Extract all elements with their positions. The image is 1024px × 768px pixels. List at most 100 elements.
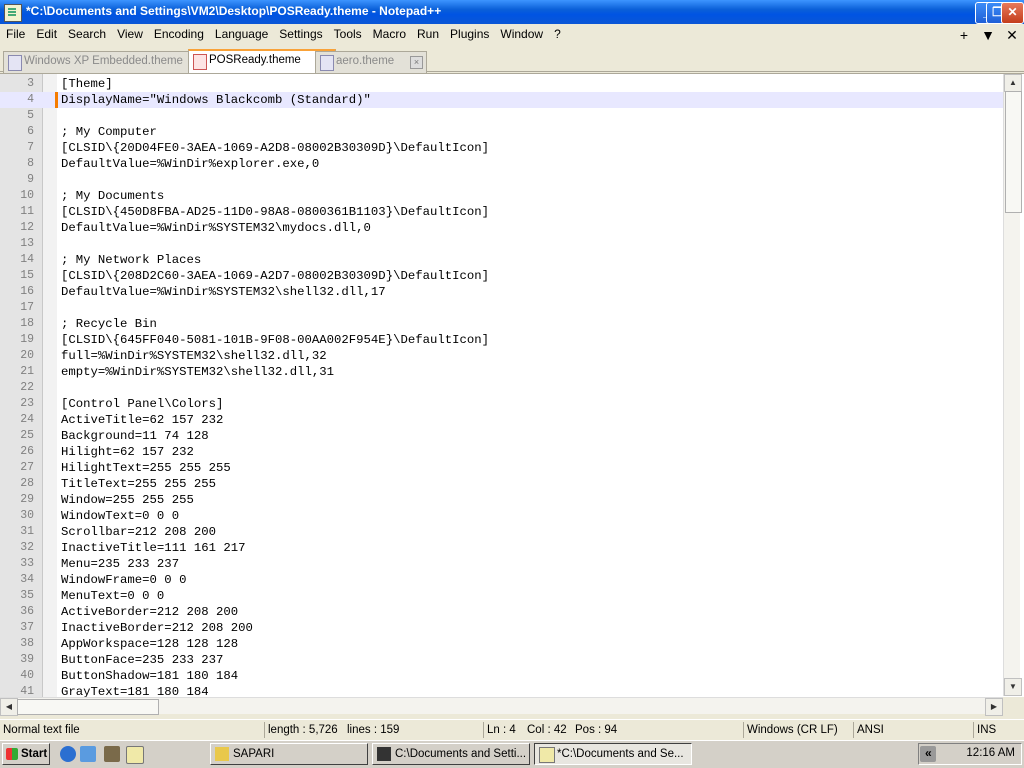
code-line[interactable]: 23 [Control Panel\Colors] (0, 396, 1003, 412)
menu-language[interactable]: Language (209, 24, 273, 46)
menu-plugins[interactable]: Plugins (444, 24, 494, 46)
menu-search[interactable]: Search (62, 24, 111, 46)
close-document-icon[interactable]: ✕ (1000, 24, 1024, 46)
code-line[interactable]: 13 (0, 236, 1003, 252)
line-text[interactable]: Hilight=62 157 232 (61, 444, 194, 460)
code-line[interactable]: 12 DefaultValue=%WinDir%SYSTEM32\mydocs.d… (0, 220, 1003, 236)
code-line[interactable]: 31 Scrollbar=212 208 200 (0, 524, 1003, 540)
menu-edit[interactable]: Edit (30, 24, 62, 46)
code-line[interactable]: 25 Background=11 74 128 (0, 428, 1003, 444)
notepad-app-icon[interactable] (4, 4, 22, 22)
code-line[interactable]: 3 [Theme] (0, 76, 1003, 92)
line-text[interactable]: ButtonFace=235 233 237 (61, 652, 223, 668)
code-line[interactable]: 37 InactiveBorder=212 208 200 (0, 620, 1003, 636)
code-line[interactable]: 32 InactiveTitle=111 161 217 (0, 540, 1003, 556)
internet-explorer-icon[interactable] (60, 746, 76, 762)
code-line[interactable]: 26 Hilight=62 157 232 (0, 444, 1003, 460)
scroll-right-icon[interactable]: ▶ (985, 698, 1003, 716)
line-text[interactable]: TitleText=255 255 255 (61, 476, 216, 492)
code-line[interactable]: 39 ButtonFace=235 233 237 (0, 652, 1003, 668)
code-line[interactable]: 38 AppWorkspace=128 128 128 (0, 636, 1003, 652)
menu-encoding[interactable]: Encoding (148, 24, 209, 46)
code-line[interactable]: 22 (0, 380, 1003, 396)
line-text[interactable]: Scrollbar=212 208 200 (61, 524, 216, 540)
editor-area[interactable]: 3 [Theme] 4 DisplayName="Windows Blackcomb … (0, 73, 1024, 697)
taskbar-item-notepadpp[interactable]: *C:\Documents and Se... (534, 743, 692, 765)
line-text[interactable]: DefaultValue=%WinDir%explorer.exe,0 (61, 156, 319, 172)
code-line[interactable]: 28 TitleText=255 255 255 (0, 476, 1003, 492)
notepad-quicklaunch-icon[interactable] (126, 746, 144, 764)
line-text[interactable]: MenuText=0 0 0 (61, 588, 164, 604)
vertical-scrollbar[interactable]: ▲ ▼ (1003, 74, 1022, 696)
menu-settings[interactable]: Settings (273, 24, 327, 46)
code-line[interactable]: 35 MenuText=0 0 0 (0, 588, 1003, 604)
line-text[interactable]: InactiveBorder=212 208 200 (61, 620, 253, 636)
line-text[interactable]: ButtonShadow=181 180 184 (61, 668, 238, 684)
show-hidden-icons-icon[interactable]: « (925, 746, 932, 760)
media-player-icon[interactable] (80, 746, 96, 762)
title-bar[interactable]: *C:\Documents and Settings\VM2\Desktop\P… (0, 0, 1024, 24)
code-lines[interactable]: 3 [Theme] 4 DisplayName="Windows Blackcomb … (0, 76, 1003, 697)
line-text[interactable]: [CLSID\{20D04FE0-3AEA-1069-A2D8-08002B30… (61, 140, 489, 156)
code-line[interactable]: 30 WindowText=0 0 0 (0, 508, 1003, 524)
menu-run[interactable]: Run (411, 24, 444, 46)
line-text[interactable]: ; Recycle Bin (61, 316, 157, 332)
code-line[interactable]: 5 (0, 108, 1003, 124)
explorer-tool-icon[interactable] (104, 746, 120, 762)
code-line[interactable]: 24 ActiveTitle=62 157 232 (0, 412, 1003, 428)
line-text[interactable]: [CLSID\{450D8FBA-AD25-11D0-98A8-0800361B… (61, 204, 489, 220)
tab-close-icon[interactable]: × (410, 56, 423, 69)
taskbar-item-7zip[interactable]: C:\Documents and Setti... (372, 743, 530, 765)
menu-tools[interactable]: Tools (328, 24, 367, 46)
code-line[interactable]: 7 [CLSID\{20D04FE0-3AEA-1069-A2D8-08002B3… (0, 140, 1003, 156)
line-text[interactable]: DefaultValue=%WinDir%SYSTEM32\mydocs.dll… (61, 220, 371, 236)
code-line[interactable]: 11 [CLSID\{450D8FBA-AD25-11D0-98A8-080036… (0, 204, 1003, 220)
line-text[interactable]: [CLSID\{208D2C60-3AEA-1069-A2D7-08002B30… (61, 268, 489, 284)
line-text[interactable]: InactiveTitle=111 161 217 (61, 540, 245, 556)
line-text[interactable]: DefaultValue=%WinDir%SYSTEM32\shell32.dl… (61, 284, 386, 300)
code-line[interactable]: 16 DefaultValue=%WinDir%SYSTEM32\shell32.… (0, 284, 1003, 300)
line-text[interactable]: empty=%WinDir%SYSTEM32\shell32.dll,31 (61, 364, 334, 380)
menu-help[interactable]: ? (548, 24, 566, 46)
taskbar-item-sapari[interactable]: SAPARI (210, 743, 368, 765)
code-line[interactable]: 18 ; Recycle Bin (0, 316, 1003, 332)
line-text[interactable]: [Theme] (61, 76, 113, 92)
code-line[interactable]: 9 (0, 172, 1003, 188)
line-text[interactable]: [CLSID\{645FF040-5081-101B-9F08-00AA002F… (61, 332, 489, 348)
code-line[interactable]: 6 ; My Computer (0, 124, 1003, 140)
code-line[interactable]: 20 full=%WinDir%SYSTEM32\shell32.dll,32 (0, 348, 1003, 364)
scroll-left-icon[interactable]: ◀ (0, 698, 18, 716)
line-text[interactable]: Menu=235 233 237 (61, 556, 179, 572)
code-line[interactable]: 33 Menu=235 233 237 (0, 556, 1003, 572)
horizontal-scroll-thumb[interactable] (17, 699, 159, 715)
line-text[interactable]: ; My Documents (61, 188, 164, 204)
code-line[interactable]: 14 ; My Network Places (0, 252, 1003, 268)
new-tab-icon[interactable]: + (952, 24, 976, 46)
close-button[interactable]: ✕ (1001, 2, 1024, 24)
code-line[interactable]: 10 ; My Documents (0, 188, 1003, 204)
code-line[interactable]: 21 empty=%WinDir%SYSTEM32\shell32.dll,31 (0, 364, 1003, 380)
line-text[interactable]: DisplayName="Windows Blackcomb (Standard… (61, 92, 371, 108)
code-line[interactable]: 36 ActiveBorder=212 208 200 (0, 604, 1003, 620)
code-line[interactable]: 29 Window=255 255 255 (0, 492, 1003, 508)
horizontal-scrollbar[interactable]: ◀ ▶ (0, 697, 1003, 716)
line-text[interactable]: full=%WinDir%SYSTEM32\shell32.dll,32 (61, 348, 327, 364)
line-text[interactable]: ActiveTitle=62 157 232 (61, 412, 223, 428)
code-line[interactable]: 41 GrayText=181 180 184 (0, 684, 1003, 697)
code-line[interactable]: 15 [CLSID\{208D2C60-3AEA-1069-A2D7-08002B… (0, 268, 1003, 284)
line-text[interactable]: WindowFrame=0 0 0 (61, 572, 186, 588)
line-text[interactable]: ; My Computer (61, 124, 157, 140)
code-line[interactable]: 8 DefaultValue=%WinDir%explorer.exe,0 (0, 156, 1003, 172)
line-text[interactable]: HilightText=255 255 255 (61, 460, 231, 476)
scroll-down-icon[interactable]: ▼ (1004, 678, 1022, 696)
vertical-scroll-thumb[interactable] (1005, 91, 1022, 213)
line-text[interactable]: GrayText=181 180 184 (61, 684, 209, 697)
line-text[interactable]: AppWorkspace=128 128 128 (61, 636, 238, 652)
code-line[interactable]: 34 WindowFrame=0 0 0 (0, 572, 1003, 588)
clock[interactable]: 12:16 AM (966, 747, 1015, 759)
scroll-up-icon[interactable]: ▲ (1004, 74, 1022, 92)
code-line[interactable]: 4 DisplayName="Windows Blackcomb (Standar… (0, 92, 1003, 108)
menu-view[interactable]: View (111, 24, 148, 46)
line-text[interactable]: ; My Network Places (61, 252, 201, 268)
tab-list-icon[interactable]: ▼ (976, 24, 1000, 46)
